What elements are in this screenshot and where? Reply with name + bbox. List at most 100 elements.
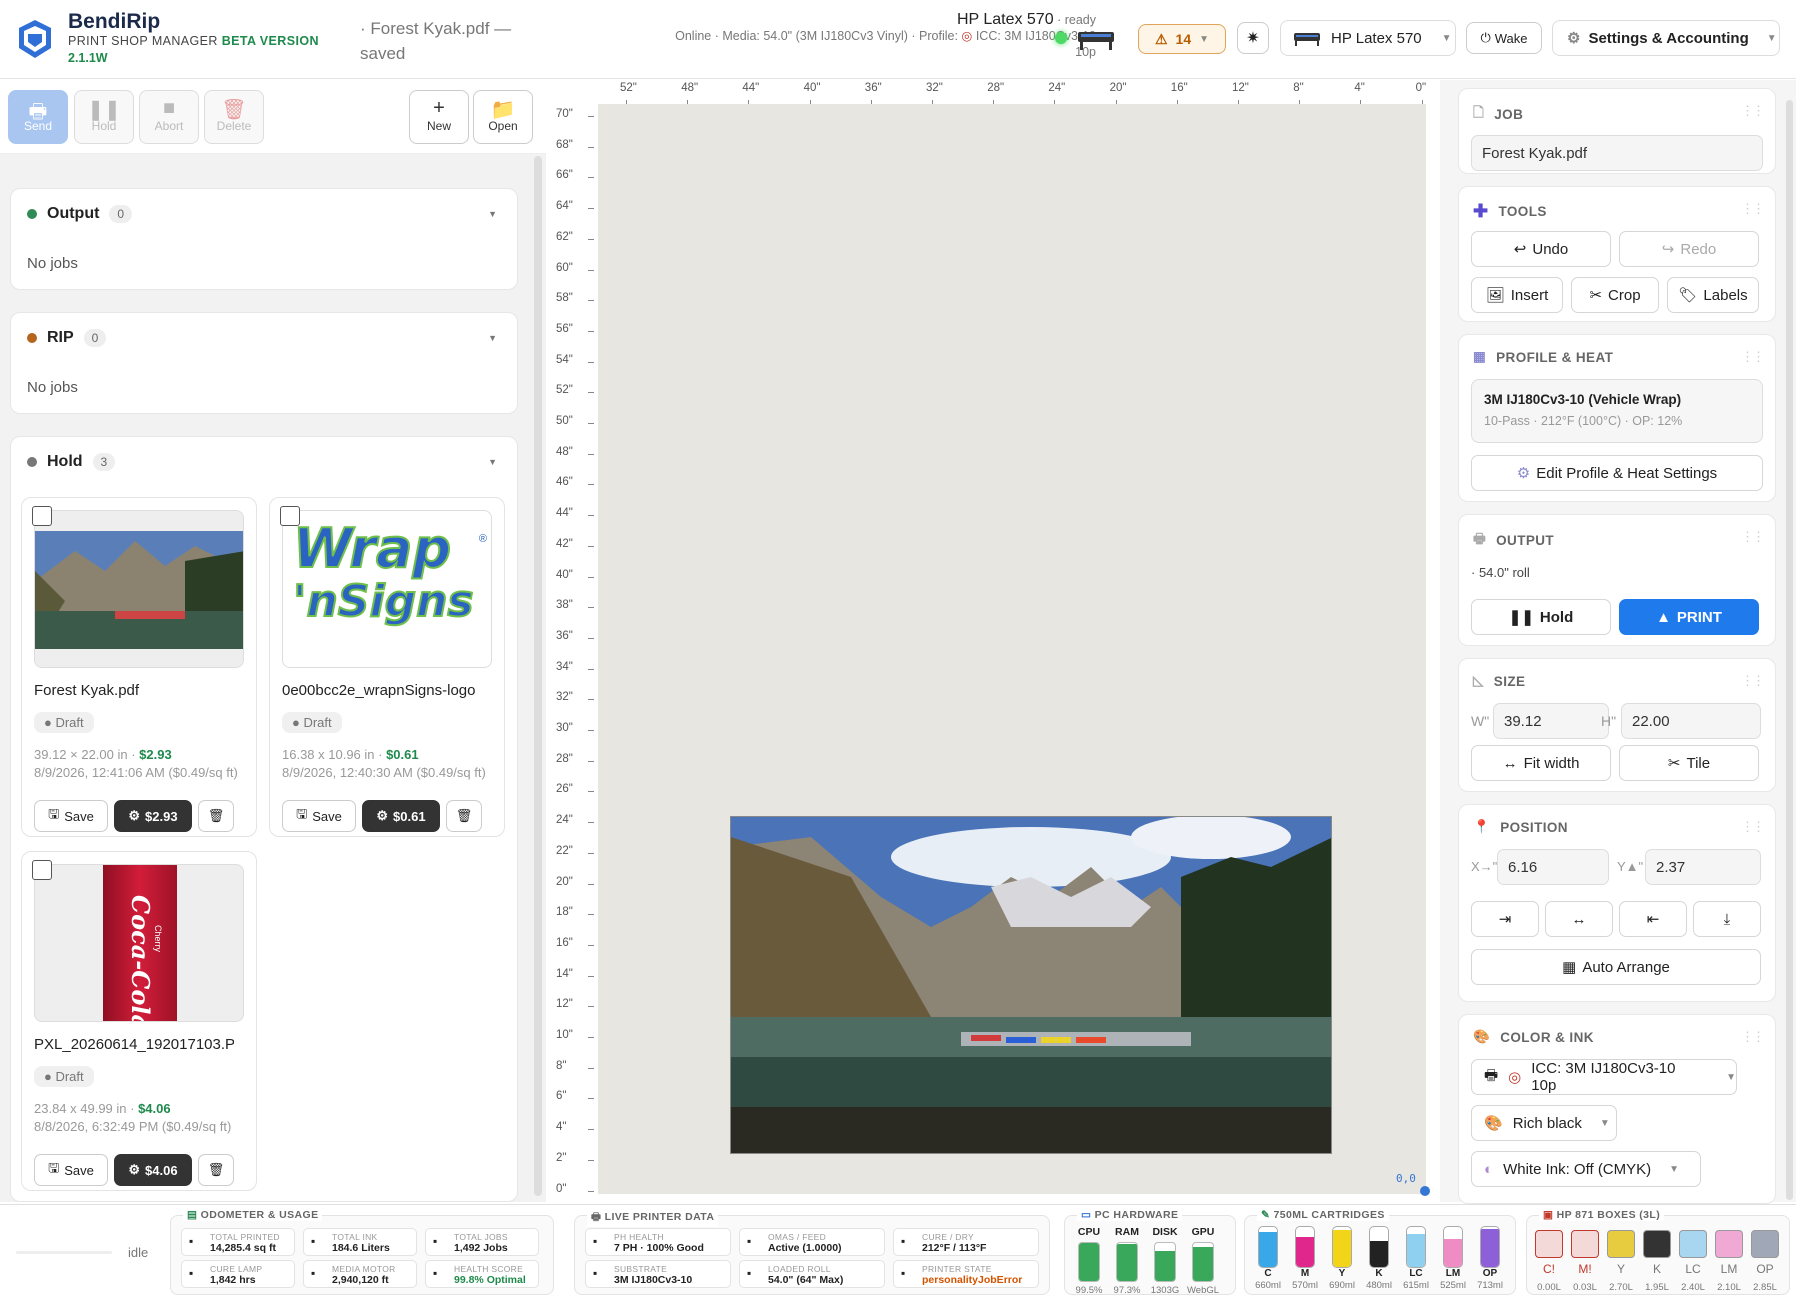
drag-handle-icon[interactable]: ⋮⋮ bbox=[1741, 201, 1765, 217]
job-checkbox[interactable] bbox=[32, 506, 52, 526]
auto-arrange-button[interactable]: ▦ Auto Arrange bbox=[1471, 949, 1761, 985]
fit-width-button[interactable]: ↔ Fit width bbox=[1471, 745, 1611, 781]
job-card[interactable]: Wrap 'nSigns ® 0e00bcc2e_wrapnSigns-logo… bbox=[269, 497, 505, 837]
color-ink-section: 🎨 COLOR & INK ⋮⋮ 🖶 ◎ ICC: 3M IJ180Cv3-10 10… bbox=[1458, 1014, 1776, 1204]
delete-job-button[interactable]: 🗑 bbox=[198, 800, 234, 832]
drag-handle-icon[interactable]: ⋮⋮ bbox=[1741, 1029, 1765, 1045]
job-name-field[interactable]: Forest Kyak.pdf bbox=[1471, 135, 1763, 171]
job-checkbox[interactable] bbox=[280, 506, 300, 526]
rip-price-button[interactable]: ⚙ $0.61 bbox=[362, 800, 440, 832]
ruler-tick bbox=[588, 1159, 594, 1161]
palette-icon: 🎨 bbox=[1484, 1115, 1503, 1132]
redo-button[interactable]: ↪ Redo bbox=[1619, 231, 1759, 267]
printer-select[interactable]: HP Latex 570 ▼ bbox=[1280, 20, 1456, 56]
ruler-tick bbox=[588, 607, 594, 609]
shield-logo-icon bbox=[19, 20, 51, 58]
grid-icon: ▦ bbox=[1562, 959, 1577, 976]
ruler-tick bbox=[588, 1129, 594, 1131]
save-button[interactable]: 🖫 Save bbox=[34, 800, 108, 832]
panel-scrollbar[interactable] bbox=[1786, 100, 1793, 1200]
ruler-tick bbox=[588, 423, 594, 424]
save-button[interactable]: 🖫 Save bbox=[282, 800, 356, 832]
send-button[interactable]: 🖶 Send bbox=[8, 90, 68, 144]
height-input[interactable]: 22.00 bbox=[1621, 703, 1761, 739]
ruler-tick-label: 50" bbox=[556, 415, 573, 427]
meter-bar bbox=[1116, 1242, 1138, 1282]
hold-output-button[interactable]: ❚❚ Hold bbox=[1471, 599, 1611, 635]
drag-handle-icon[interactable]: ⋮⋮ bbox=[1741, 349, 1765, 365]
meter-bar bbox=[1192, 1242, 1214, 1282]
hold-button[interactable]: ❚❚ Hold bbox=[74, 90, 134, 144]
drag-handle-icon[interactable]: ⋮⋮ bbox=[1741, 103, 1765, 119]
white-ink-select[interactable]: ◐ White Ink: Off (CMYK) ▼ bbox=[1471, 1151, 1701, 1187]
output-queue-header[interactable]: Output 0 bbox=[27, 205, 133, 223]
wake-button[interactable]: ⏻ Wake bbox=[1466, 22, 1542, 54]
chevron-down-icon[interactable]: ▼ bbox=[488, 333, 497, 343]
rip-queue-header[interactable]: RIP 0 bbox=[27, 329, 107, 347]
theme-toggle-button[interactable]: ✷ bbox=[1237, 22, 1269, 54]
delete-job-button[interactable]: 🗑 bbox=[446, 800, 482, 832]
job-card[interactable]: Coca-Cola Cherry PXL_20260614_192017103.… bbox=[21, 851, 257, 1191]
open-button[interactable]: 📁 Open bbox=[473, 90, 533, 144]
ink-box-label: LC bbox=[1685, 1262, 1701, 1276]
black-mode-select[interactable]: 🎨 Rich black ▼ bbox=[1471, 1105, 1617, 1141]
delete-job-button[interactable]: 🗑 bbox=[198, 1154, 234, 1186]
rip-price-button[interactable]: ⚙ $2.93 bbox=[114, 800, 192, 832]
insert-button[interactable]: 🖼 Insert bbox=[1471, 277, 1563, 313]
meter-value: WebGL bbox=[1187, 1285, 1220, 1296]
labels-button[interactable]: 🏷 Labels bbox=[1667, 277, 1759, 313]
printer-icon bbox=[1078, 32, 1114, 50]
y-position-input[interactable]: 2.37 bbox=[1645, 849, 1761, 885]
trash-icon: 🗑 bbox=[207, 1162, 225, 1177]
settings-accounting-button[interactable]: ⚙ Settings & Accounting ▼ bbox=[1552, 20, 1780, 56]
icc-select[interactable]: 🖶 ◎ ICC: 3M IJ180Cv3-10 10p ▼ bbox=[1471, 1059, 1737, 1095]
x-position-input[interactable]: 6.16 bbox=[1497, 849, 1609, 885]
status-footer: idle ▤ ODOMETER & USAGE ▪ TOTAL PRINTED 14… bbox=[0, 1204, 1796, 1299]
align-bottom-button[interactable]: ⤓ bbox=[1693, 901, 1761, 937]
document-title: · Forest Kyak.pdf — saved bbox=[360, 19, 512, 63]
ink-box: LC 2.40L bbox=[1677, 1230, 1709, 1293]
queue-scrollbar[interactable] bbox=[534, 156, 542, 1196]
ruler-tick-label: 42" bbox=[556, 537, 573, 550]
hold-queue: Hold 3 ▼ Forest Kyak.pdf ● Draft 39.12 × … bbox=[10, 436, 518, 1202]
align-right-button[interactable]: ⇥ bbox=[1471, 901, 1539, 937]
save-button[interactable]: 🖫 Save bbox=[34, 1154, 108, 1186]
job-checkbox[interactable] bbox=[32, 860, 52, 880]
chevron-down-icon: ▼ bbox=[1726, 1071, 1736, 1083]
profile-summary[interactable]: 3M IJ180Cv3-10 (Vehicle Wrap) 10-Pass · … bbox=[1471, 379, 1763, 443]
width-input[interactable]: 39.12 bbox=[1493, 703, 1609, 739]
abort-button[interactable]: ■ Abort bbox=[139, 90, 199, 144]
crop-button[interactable]: ✂ Crop bbox=[1571, 277, 1659, 313]
drag-handle-icon[interactable]: ⋮⋮ bbox=[1741, 673, 1765, 689]
align-left-button[interactable]: ⇤ bbox=[1619, 901, 1687, 937]
center-horizontal-button[interactable]: ↔ bbox=[1545, 901, 1613, 937]
ruler-tick-label: 8" bbox=[556, 1059, 567, 1072]
rip-price-button[interactable]: ⚙ $4.06 bbox=[114, 1154, 192, 1186]
edit-profile-button[interactable]: ⚙ Edit Profile & Heat Settings bbox=[1471, 455, 1763, 491]
origin-handle[interactable] bbox=[1420, 1186, 1430, 1196]
print-button[interactable]: ▲ PRINT bbox=[1619, 599, 1759, 635]
printer-icon: 🖶 bbox=[1473, 531, 1487, 546]
job-meta: 39.12 × 22.00 in · $2.93 8/9/2026, 12:41:… bbox=[34, 747, 238, 780]
drag-handle-icon[interactable]: ⋮⋮ bbox=[1741, 819, 1765, 835]
cartridge-fill bbox=[1333, 1230, 1351, 1267]
ruler-tick bbox=[588, 330, 594, 332]
status-dot bbox=[27, 333, 37, 343]
warnings-button[interactable]: ⚠ 14 ▼ bbox=[1138, 24, 1226, 54]
file-icon: 🗋 bbox=[1473, 105, 1485, 120]
target-icon: ◎ bbox=[1508, 1069, 1522, 1086]
chevron-down-icon[interactable]: ▼ bbox=[488, 209, 497, 219]
brand-subtitle: PRINT SHOP MANAGER BETA VERSION bbox=[68, 34, 319, 48]
printer-icon: 🖶 bbox=[1484, 1066, 1499, 1084]
chevron-down-icon[interactable]: ▼ bbox=[488, 457, 497, 467]
delete-button[interactable]: 🗑 Delete bbox=[204, 90, 264, 144]
hold-queue-header[interactable]: Hold 3 bbox=[27, 453, 116, 471]
meter-value: 97.3% bbox=[1113, 1285, 1141, 1296]
tile-button[interactable]: ✂ Tile bbox=[1619, 745, 1759, 781]
undo-button[interactable]: ↩ Undo bbox=[1471, 231, 1611, 267]
drag-handle-icon[interactable]: ⋮⋮ bbox=[1741, 529, 1765, 545]
new-button[interactable]: + New bbox=[409, 90, 469, 144]
drop-icon: ▪ bbox=[311, 1234, 316, 1248]
job-card[interactable]: Forest Kyak.pdf ● Draft 39.12 × 22.00 in… bbox=[21, 497, 257, 837]
placed-image[interactable] bbox=[730, 816, 1332, 1154]
